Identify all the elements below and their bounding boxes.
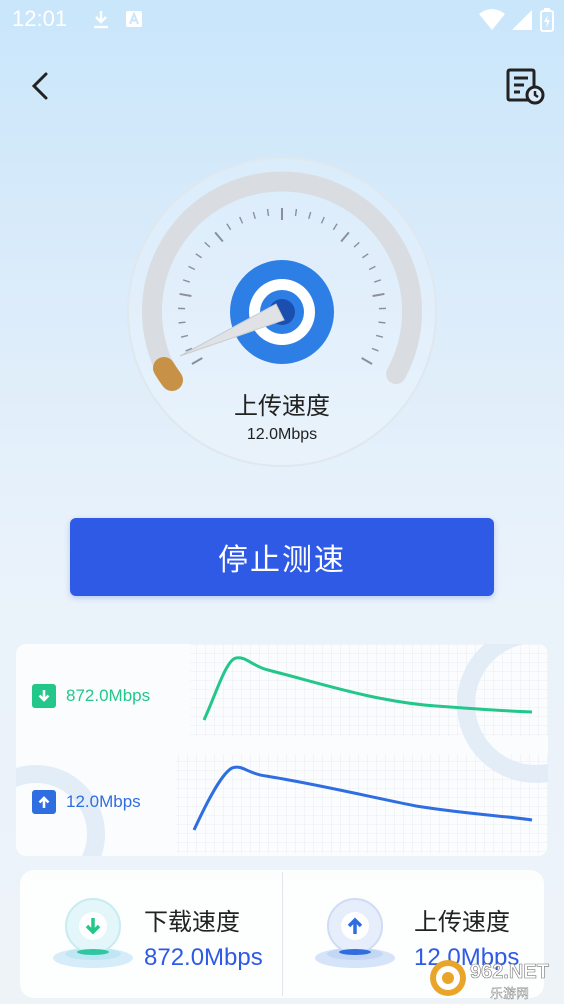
download-speed-icon — [53, 898, 133, 968]
svg-text:乐游网: 乐游网 — [490, 987, 529, 1002]
upload-graph-row: 12.0Mbps — [16, 750, 548, 856]
speed-graph-card: 872.0Mbps 12.0Mbps — [16, 644, 548, 856]
download-arrow-icon — [32, 684, 56, 708]
svg-text:962.NET: 962.NET — [470, 961, 549, 983]
upload-rate: 12.0Mbps — [66, 792, 141, 811]
status-time: 12:01 — [12, 6, 68, 31]
site-watermark: 962.NET 乐游网 — [428, 952, 558, 1004]
download-speed-label: 下载速度 — [144, 908, 240, 936]
status-bar: 12:01 — [0, 0, 564, 40]
download-graph-row: 872.0Mbps — [16, 644, 548, 750]
watermark-logo: 962.NET 乐游网 — [430, 960, 549, 1002]
upload-speed-icon — [315, 898, 395, 968]
gauge-tick — [378, 321, 386, 324]
download-speed-value: 872.0Mbps — [144, 944, 263, 971]
battery-icon — [540, 8, 554, 32]
chevron-left-icon — [31, 72, 48, 100]
gauge-tick — [294, 208, 298, 217]
gauge-value: 12.0Mbps — [246, 426, 318, 443]
speed-gauge: 上传速度 12.0Mbps — [0, 150, 564, 480]
gauge-title: 上传速度 — [234, 392, 330, 420]
history-button[interactable] — [502, 66, 548, 108]
report-clock-icon — [506, 68, 545, 105]
signal-icon — [512, 10, 532, 30]
back-button[interactable] — [22, 66, 62, 106]
download-status-icon — [94, 11, 108, 29]
upload-speed-label: 上传速度 — [414, 908, 510, 936]
gauge-tick — [266, 208, 270, 217]
download-rate: 872.0Mbps — [66, 686, 151, 705]
summary-divider — [282, 872, 283, 996]
upload-arrow-icon — [32, 790, 56, 814]
gauge-progress — [153, 357, 183, 391]
gauge-tick — [178, 321, 186, 324]
stop-test-button[interactable]: 停止测速 — [70, 518, 494, 596]
app-status-icon — [126, 11, 142, 27]
wifi-icon — [479, 9, 505, 30]
